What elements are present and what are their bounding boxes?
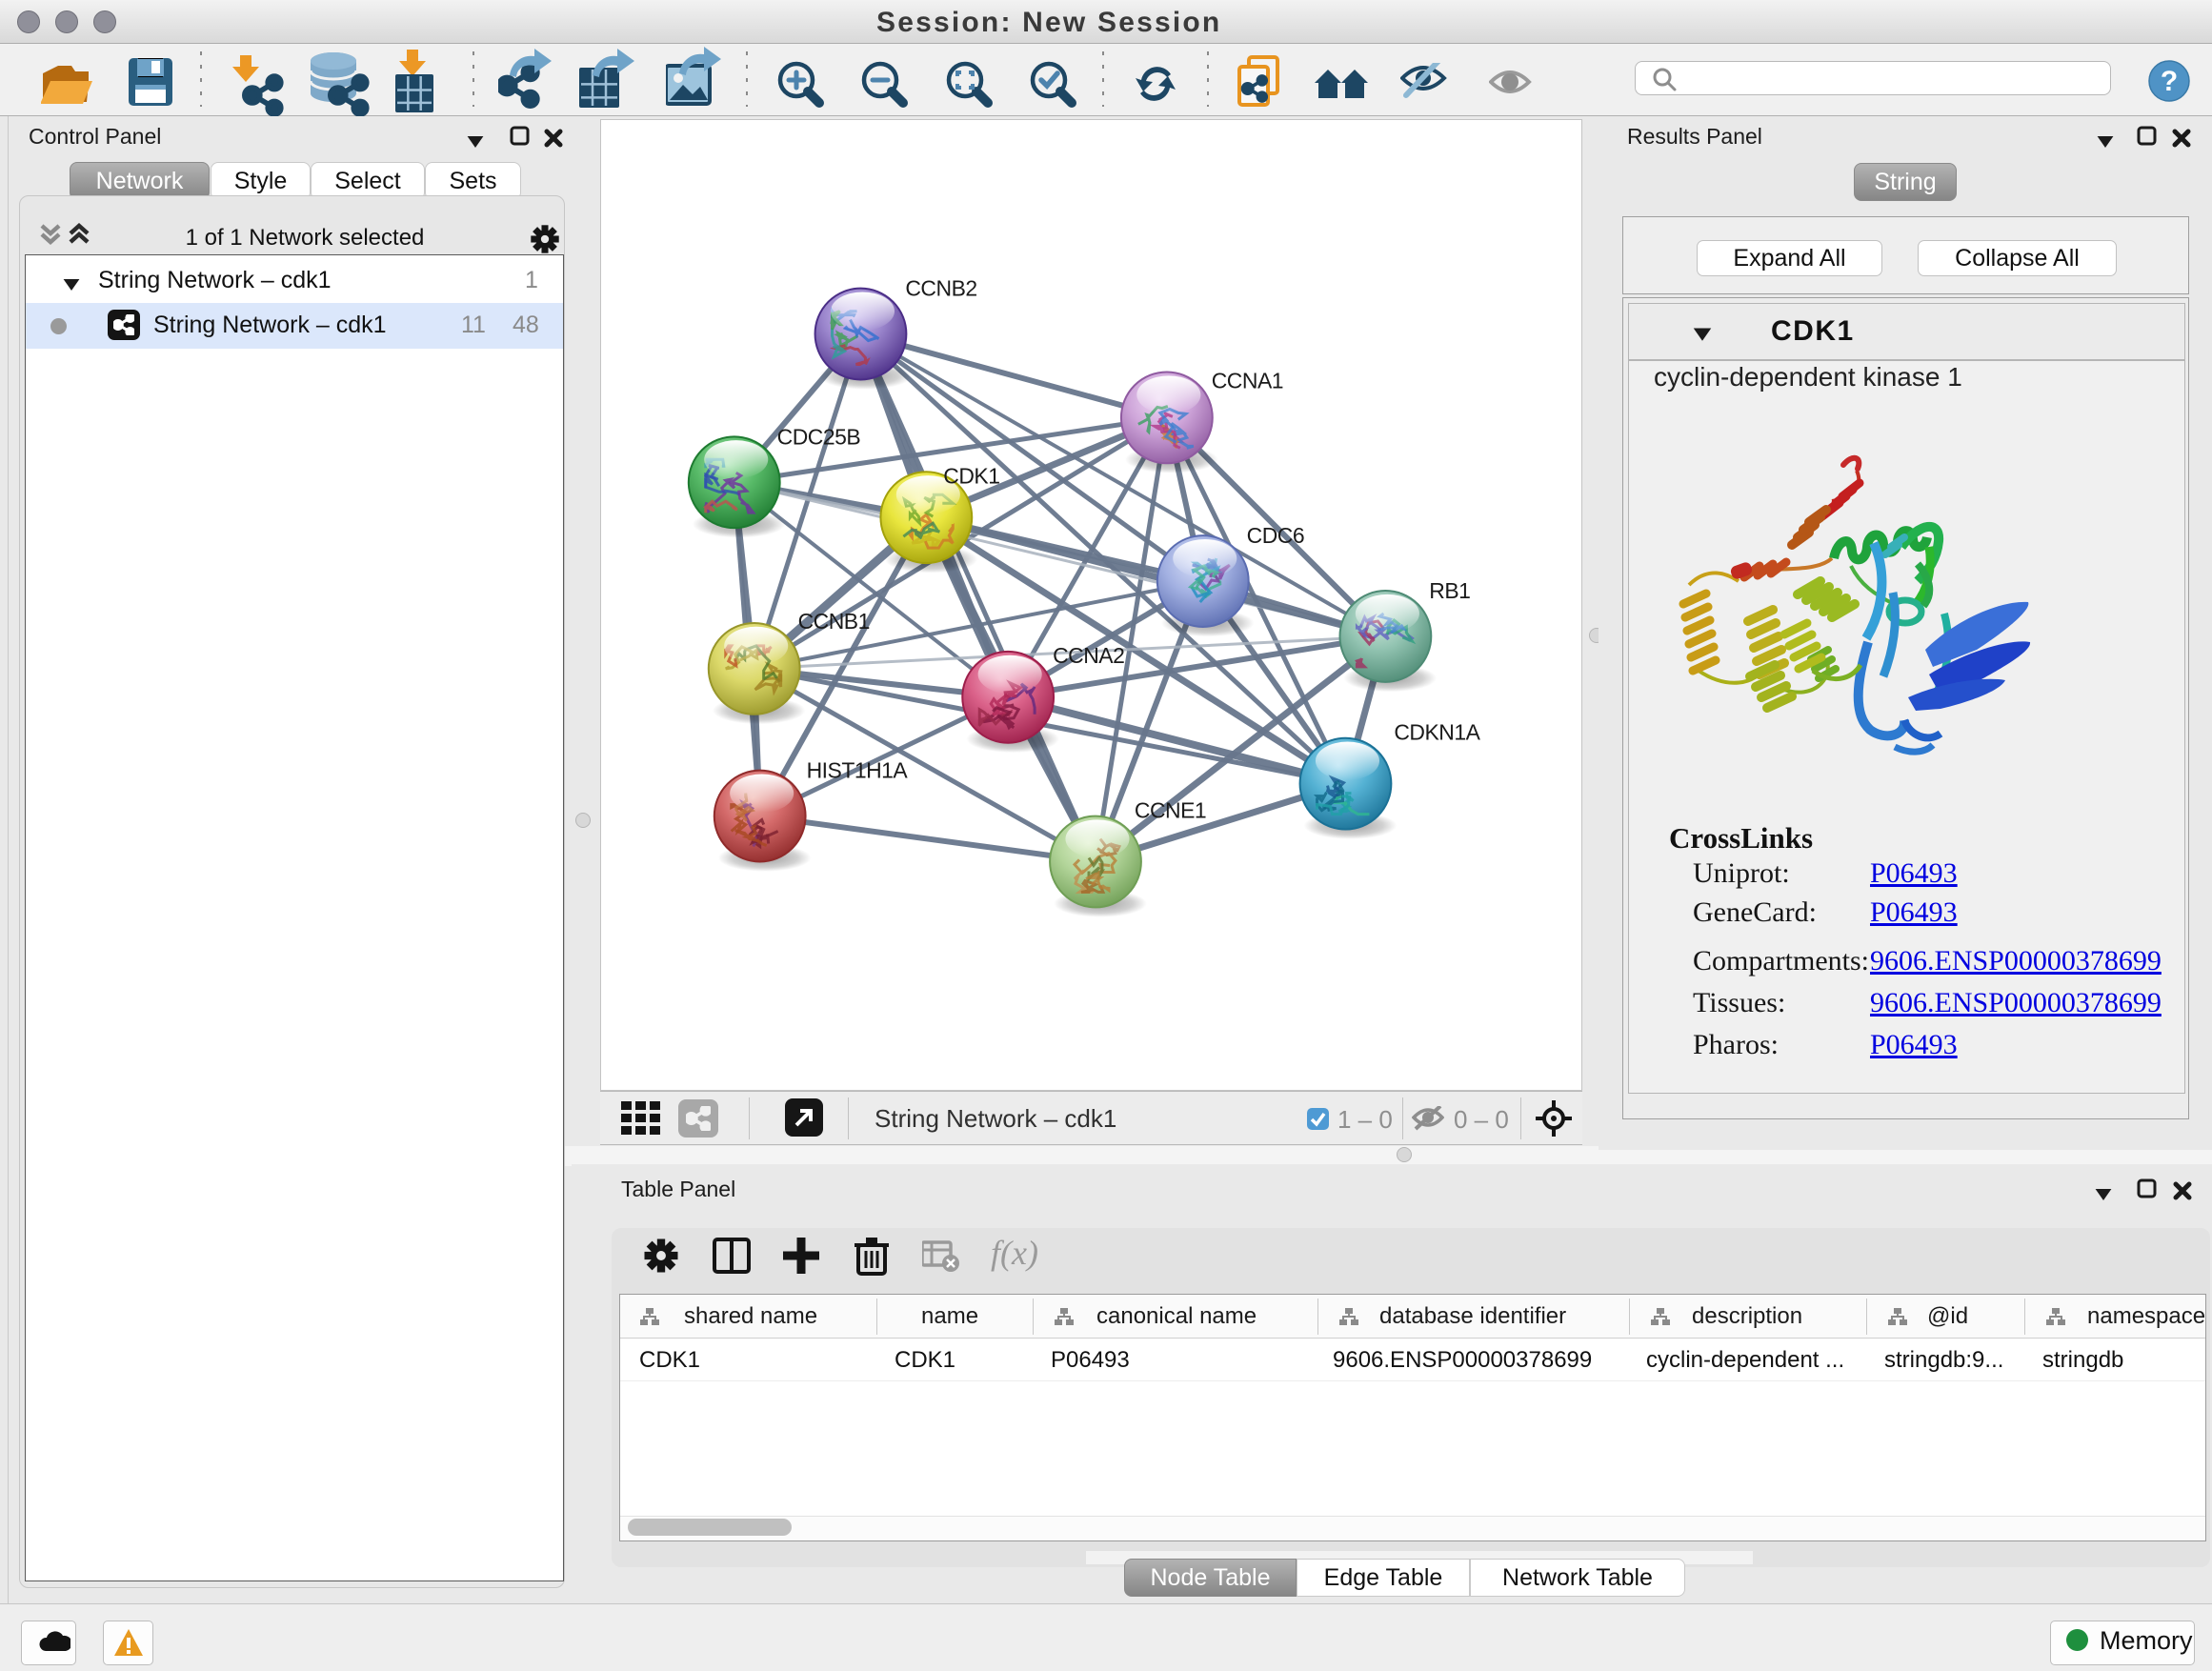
svg-text:CDC25B: CDC25B (777, 424, 861, 449)
svg-text:CDC6: CDC6 (1247, 523, 1304, 548)
svg-text:CCNA1: CCNA1 (1212, 368, 1283, 393)
svg-text:HIST1H1A: HIST1H1A (807, 758, 909, 783)
svg-text:CCNB2: CCNB2 (905, 276, 976, 301)
svg-text:CCNE1: CCNE1 (1135, 798, 1206, 823)
svg-text:CDKN1A: CDKN1A (1394, 720, 1480, 745)
svg-text:CCNA2: CCNA2 (1053, 643, 1124, 668)
svg-text:CCNB1: CCNB1 (798, 609, 870, 634)
svg-text:CDK1: CDK1 (943, 463, 999, 488)
svg-text:RB1: RB1 (1429, 578, 1470, 603)
svg-text:?: ? (2161, 66, 2178, 97)
